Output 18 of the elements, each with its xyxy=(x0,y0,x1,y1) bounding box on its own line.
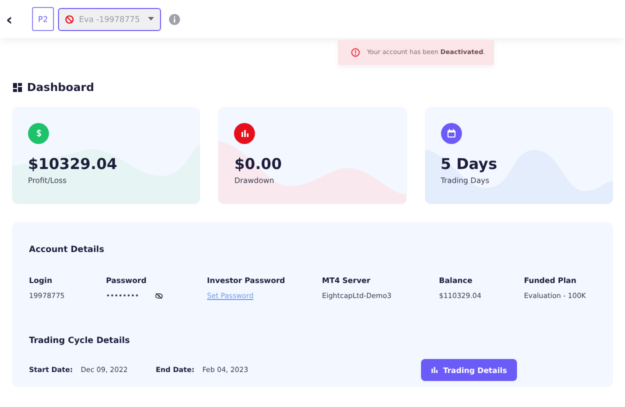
calendar-icon xyxy=(446,129,456,138)
back-button[interactable]: ‹ xyxy=(6,10,32,28)
caret-icon xyxy=(148,17,154,21)
eye-slash-icon[interactable] xyxy=(155,293,164,299)
stat-value: $10329.04 xyxy=(28,155,118,173)
dollar-icon xyxy=(36,129,42,138)
stat-value: 5 Days xyxy=(440,155,498,173)
stat-value: $0.00 xyxy=(234,155,282,173)
alert-icon xyxy=(351,48,360,57)
dashboard-icon xyxy=(13,83,22,92)
section-title: Trading Cycle Details xyxy=(29,336,130,346)
info-icon[interactable] xyxy=(169,14,180,24)
profile-badge[interactable]: P2 xyxy=(32,7,54,31)
bar-chart-icon xyxy=(240,130,249,137)
section-title: Account Details xyxy=(29,245,104,255)
page-title: Dashboard xyxy=(27,81,94,94)
bar-chart-icon xyxy=(431,367,438,373)
blocked-icon xyxy=(65,14,74,24)
